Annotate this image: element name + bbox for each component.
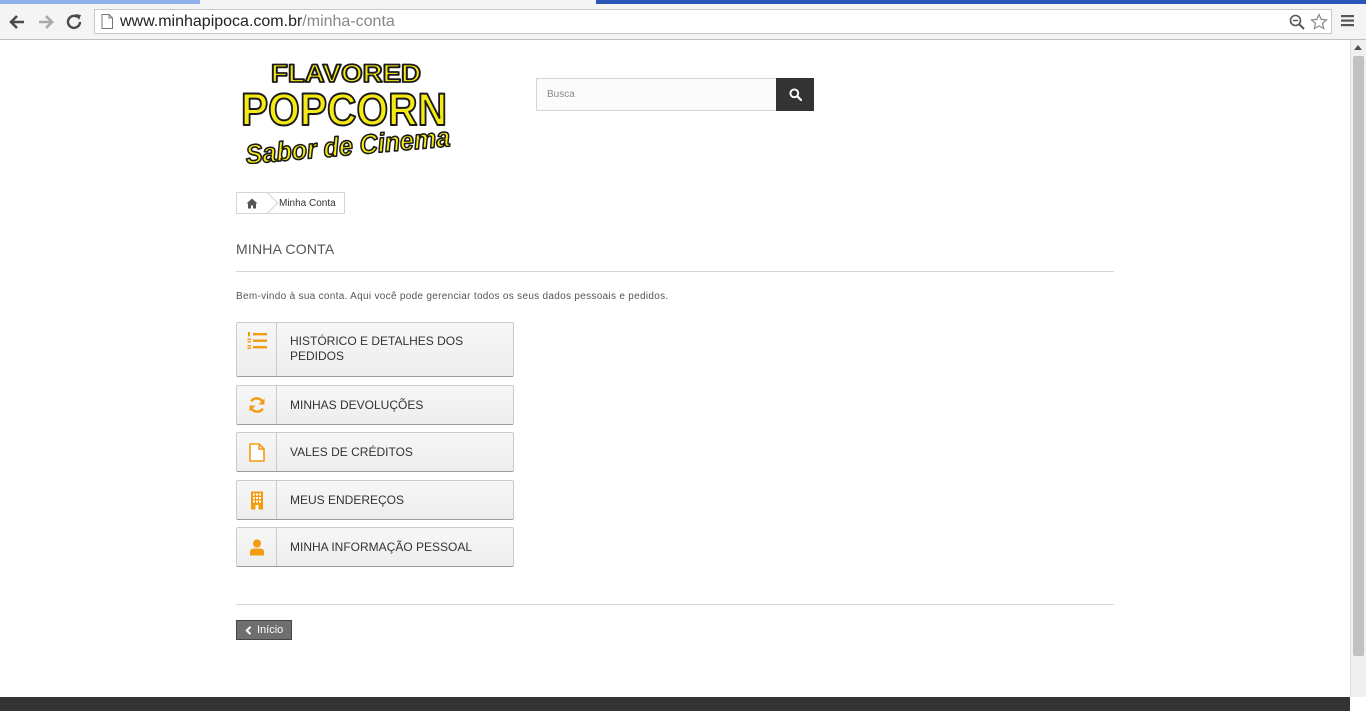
scrollbar-thumb[interactable] bbox=[1353, 56, 1364, 656]
chevron-left-icon bbox=[245, 625, 252, 635]
personal-info-icon-box bbox=[237, 528, 277, 566]
home-button-label: Início bbox=[257, 624, 284, 636]
addresses-button[interactable]: MEUS ENDEREÇOS bbox=[236, 480, 514, 520]
reload-button[interactable] bbox=[63, 11, 85, 33]
divider bbox=[236, 271, 1114, 272]
bookmark-star-icon[interactable] bbox=[1310, 13, 1328, 31]
credit-slips-button[interactable]: VALES DE CRÉDITOS bbox=[236, 432, 514, 472]
url-host: www.minhapipoca.com.br bbox=[120, 13, 303, 30]
breadcrumb-current: Minha Conta bbox=[279, 197, 336, 209]
returns-button[interactable]: MINHAS DEVOLUÇÕES bbox=[236, 385, 514, 425]
back-button[interactable] bbox=[6, 11, 28, 33]
address-bar[interactable]: www.minhapipoca.com.br/minha-conta bbox=[94, 9, 1332, 34]
credit-slips-icon-box bbox=[237, 433, 277, 471]
list-ol-icon bbox=[247, 332, 267, 349]
search-button[interactable] bbox=[776, 78, 814, 111]
url-text: www.minhapipoca.com.br/minha-conta bbox=[120, 13, 395, 31]
scroll-up-arrow-icon[interactable] bbox=[1354, 45, 1362, 50]
file-icon bbox=[248, 442, 265, 462]
addresses-label: MEUS ENDEREÇOS bbox=[290, 492, 405, 507]
hamburger-icon bbox=[1341, 15, 1354, 27]
order-history-icon-box bbox=[237, 323, 277, 376]
breadcrumb: Minha Conta bbox=[236, 192, 345, 214]
refresh-icon bbox=[249, 397, 264, 413]
url-path: /minha-conta bbox=[302, 13, 395, 30]
vertical-scrollbar[interactable] bbox=[1350, 40, 1366, 697]
home-icon bbox=[246, 198, 258, 208]
returns-label: MINHAS DEVOLUÇÕES bbox=[290, 397, 424, 412]
breadcrumb-home[interactable] bbox=[237, 193, 267, 213]
search-input[interactable] bbox=[536, 78, 776, 111]
search-icon bbox=[788, 88, 802, 101]
reload-icon bbox=[66, 14, 82, 30]
breadcrumb-separator bbox=[267, 193, 279, 213]
footer bbox=[0, 697, 1350, 711]
order-history-label: HISTÓRICO E DETALHES DOS PEDIDOS bbox=[290, 334, 464, 363]
personal-info-button[interactable]: MINHA INFORMAÇÃO PESSOAL bbox=[236, 527, 514, 567]
credit-slips-label: VALES DE CRÉDITOS bbox=[290, 444, 413, 459]
returns-icon-box bbox=[237, 386, 277, 424]
site-logo[interactable]: FLAVORED POPCORN Sabor de Cinema bbox=[240, 56, 452, 164]
zoom-icon[interactable] bbox=[1289, 14, 1305, 30]
home-button[interactable]: Início bbox=[236, 620, 293, 640]
order-history-button[interactable]: HISTÓRICO E DETALHES DOS PEDIDOS bbox=[236, 322, 514, 377]
forward-button[interactable] bbox=[35, 11, 57, 33]
user-icon bbox=[249, 539, 264, 555]
page-icon bbox=[101, 14, 113, 29]
back-arrow-icon bbox=[9, 15, 24, 29]
browser-menu-button[interactable] bbox=[1340, 13, 1356, 33]
divider bbox=[236, 604, 1114, 605]
forward-arrow-icon bbox=[39, 15, 54, 29]
browser-toolbar: www.minhapipoca.com.br/minha-conta bbox=[0, 4, 1366, 40]
page-title: MINHA CONTA bbox=[236, 241, 335, 257]
addresses-icon-box bbox=[237, 481, 277, 519]
personal-info-label: MINHA INFORMAÇÃO PESSOAL bbox=[290, 539, 473, 554]
building-icon bbox=[250, 491, 263, 509]
welcome-text: Bem-vindo à sua conta. Aqui você pode ge… bbox=[236, 291, 669, 302]
